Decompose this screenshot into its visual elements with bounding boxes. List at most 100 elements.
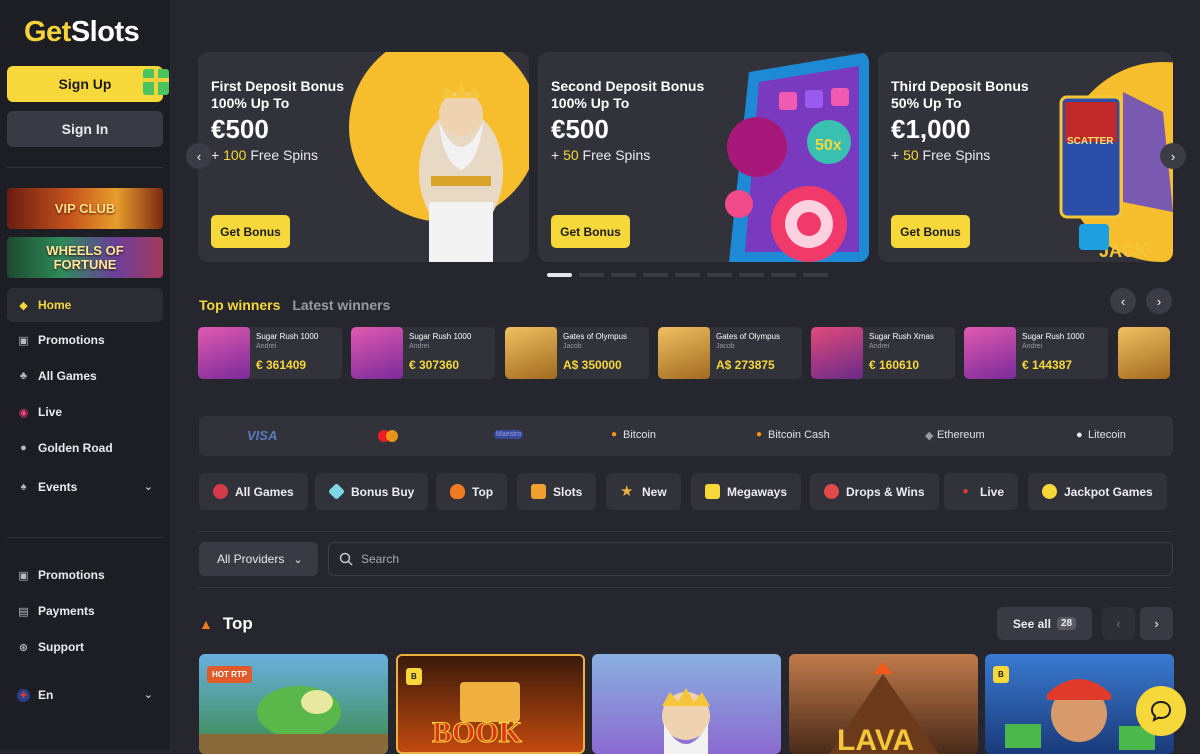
carousel-dot[interactable] — [611, 273, 636, 277]
chevron-right-icon: › — [1170, 148, 1176, 164]
sidebar-bottom-support[interactable]: ⊛ Support — [7, 630, 163, 664]
winner-card[interactable]: Sugar Rush 1000 Andrei € 144387 — [964, 327, 1108, 379]
winner-card[interactable]: Sugar Rush 1000 Andrei € 307360 — [351, 327, 495, 379]
category-slots[interactable]: Slots — [517, 473, 597, 510]
promo-free-spins: + 50 Free Spins — [891, 147, 990, 163]
sidebar-bottom-payments[interactable]: ▤ Payments — [7, 594, 163, 628]
providers-dropdown[interactable]: All Providers ⌄ — [199, 542, 318, 576]
game-thumbnail — [505, 327, 557, 379]
category-top[interactable]: Top — [436, 473, 508, 510]
category-new[interactable]: ★ New — [606, 473, 681, 510]
get-bonus-button[interactable]: Get Bonus — [891, 215, 970, 248]
promo-title: Third Deposit Bonus — [891, 78, 1029, 94]
language-selector[interactable]: ✚ En ⌄ — [7, 678, 163, 712]
vip-club-banner[interactable]: VIP CLUB — [7, 188, 163, 229]
winners-next-button[interactable]: › — [1146, 288, 1172, 314]
promo-subtitle: 50% Up To — [891, 95, 962, 111]
game-card[interactable]: HOT RTP — [199, 654, 388, 754]
carousel-dot[interactable] — [771, 273, 796, 277]
free-spins-text: Free Spins — [246, 147, 319, 163]
sidebar-item-events[interactable]: ♠ Events ⌄ — [7, 470, 163, 504]
chat-button[interactable] — [1136, 686, 1186, 736]
cards-icon: ♣ — [19, 370, 28, 382]
carousel-prev-button[interactable]: ‹ — [186, 143, 212, 169]
carousel-dot[interactable] — [643, 273, 668, 277]
winner-card[interactable] — [1118, 327, 1170, 379]
sidebar-item-home[interactable]: ◆ Home — [7, 288, 163, 322]
tab-top-winners[interactable]: Top winners — [199, 297, 280, 313]
promo-card-second-deposit[interactable]: 50x Second Deposit Bonus 100% Up To €500 … — [538, 52, 869, 262]
category-live[interactable]: ● Live — [944, 473, 1019, 510]
free-spins-prefix: + — [551, 147, 564, 163]
carousel-dot[interactable] — [803, 273, 828, 277]
category-all-games[interactable]: All Games — [199, 473, 308, 510]
svg-text:SCATTER: SCATTER — [1067, 136, 1114, 147]
carousel-dot[interactable] — [547, 273, 572, 277]
carousel-dot[interactable] — [675, 273, 700, 277]
promo-card-third-deposit[interactable]: SCATTER JACK Third Deposit Bonus 50% Up T… — [878, 52, 1173, 262]
winner-user: Andrei — [409, 343, 430, 350]
gift-icon — [143, 69, 169, 95]
sidebar-item-golden-road[interactable]: ● Golden Road — [7, 431, 163, 465]
svg-text:50x: 50x — [815, 137, 842, 154]
carousel-next-button[interactable]: › — [1160, 143, 1186, 169]
sidebar-item-all-games[interactable]: ♣ All Games — [7, 359, 163, 393]
get-bonus-button[interactable]: Get Bonus — [551, 215, 630, 248]
game-card[interactable]: B BOOK — [396, 654, 585, 754]
sweets-illustration: 50x — [719, 52, 869, 262]
live-icon: ◉ — [18, 406, 29, 419]
wheels-of-fortune-banner[interactable]: WHEELS OF FORTUNE — [7, 237, 163, 278]
sign-up-label: Sign Up — [58, 76, 112, 92]
category-jackpot-games[interactable]: Jackpot Games — [1028, 473, 1167, 510]
carousel-dot[interactable] — [579, 273, 604, 277]
promo-card-first-deposit[interactable]: First Deposit Bonus 100% Up To €500 + 100… — [198, 52, 529, 262]
category-label: Bonus Buy — [351, 484, 415, 499]
logo-part-get: Get — [24, 16, 71, 48]
winner-card[interactable]: Sugar Rush Xmas Andrei € 160610 — [811, 327, 955, 379]
sidebar-bottom-promotions[interactable]: ▣ Promotions — [7, 558, 163, 592]
sidebar-item-label: Events — [38, 480, 78, 494]
winner-card[interactable]: Gates of Olympus Jacob A$ 350000 — [505, 327, 649, 379]
divider — [7, 537, 163, 538]
winner-card[interactable]: Sugar Rush 1000 Andrei € 361409 — [198, 327, 342, 379]
top-next-button[interactable]: › — [1140, 607, 1173, 640]
category-drops-wins[interactable]: Drops & Wins — [810, 473, 939, 510]
chevron-down-icon: ⌄ — [143, 481, 153, 493]
category-bonus-buy[interactable]: Bonus Buy — [315, 473, 429, 510]
winners-tabs: Top winners Latest winners — [199, 297, 390, 313]
bitcoin-cash-icon: ● — [756, 429, 763, 440]
game-thumbnail — [351, 327, 403, 379]
star-icon: ★ — [620, 483, 634, 500]
free-spins-count: 50 — [563, 147, 579, 163]
category-megaways[interactable]: Megaways — [691, 473, 802, 510]
logo[interactable]: GetSlots — [24, 16, 140, 49]
carousel-dot[interactable] — [739, 273, 764, 277]
sign-in-label: Sign In — [61, 121, 109, 137]
sidebar-item-label: Golden Road — [38, 441, 113, 455]
sidebar-item-live[interactable]: ◉ Live — [7, 395, 163, 429]
winner-game: Sugar Rush Xmas — [869, 332, 934, 341]
section-title-top: ▲ Top — [199, 614, 253, 634]
diamond-icon — [328, 483, 345, 500]
see-all-button[interactable]: See all 28 — [997, 607, 1092, 640]
top-prev-button[interactable]: ‹ — [1102, 607, 1135, 640]
carousel-dot[interactable] — [707, 273, 732, 277]
tab-latest-winners[interactable]: Latest winners — [292, 297, 390, 313]
sign-up-button[interactable]: Sign Up — [7, 66, 169, 102]
section-title-label: Top — [222, 614, 253, 633]
sign-in-button[interactable]: Sign In — [7, 111, 163, 147]
logo-part-slots: Slots — [70, 16, 140, 48]
winner-amount: € 307360 — [409, 358, 460, 372]
winners-prev-button[interactable]: ‹ — [1110, 288, 1136, 314]
free-spins-count: 50 — [903, 147, 919, 163]
sidebar-item-promotions[interactable]: ▣ Promotions — [7, 323, 163, 357]
game-card[interactable]: LAVA — [789, 654, 978, 754]
hot-rtp-badge: HOT RTP — [207, 666, 253, 683]
get-bonus-label: Get Bonus — [560, 224, 621, 239]
get-bonus-button[interactable]: Get Bonus — [211, 215, 290, 248]
chevron-left-icon: ‹ — [1120, 293, 1126, 309]
game-card[interactable] — [592, 654, 781, 754]
winner-card[interactable]: Gates of Olympus Jacob A$ 273875 — [658, 327, 802, 379]
category-label: Megaways — [727, 484, 788, 499]
search-input[interactable]: Search — [328, 542, 1173, 576]
